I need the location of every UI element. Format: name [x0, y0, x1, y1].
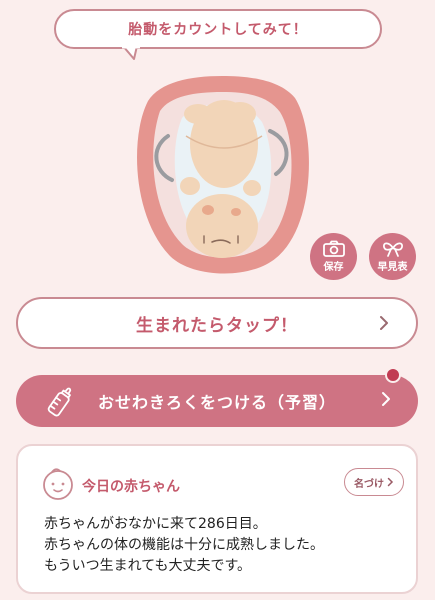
born-tap-button[interactable]: 生まれたらタップ！	[16, 297, 418, 349]
naming-button[interactable]: 名づけ	[344, 468, 404, 496]
card-line: 赤ちゃんの体の機能は十分に成熟しました。	[44, 537, 324, 553]
card-line: もういつ生まれても大丈夫です。	[44, 558, 252, 574]
chevron-right-icon	[380, 316, 388, 330]
fetus-illustration	[137, 76, 309, 274]
naming-button-label: 名づけ	[354, 478, 384, 490]
baby-face-icon	[43, 468, 73, 500]
notification-dot	[385, 367, 401, 383]
early-chart-button[interactable]: 早見表	[369, 233, 416, 280]
ribbon-icon	[382, 242, 403, 257]
card-message: 赤ちゃんがおなかに来て286日目。 赤ちゃんの体の機能は十分に成熟しました。 も…	[44, 514, 324, 577]
save-photo-button[interactable]: 保存	[310, 233, 357, 280]
card-title: 今日の赤ちゃん	[82, 479, 180, 495]
early-chart-label: 早見表	[377, 262, 408, 273]
bubble-tail-icon	[122, 46, 140, 60]
care-record-button[interactable]: おせわきろくをつける（予習）	[16, 375, 418, 427]
record-button-label: おせわきろくをつける（予習）	[97, 393, 336, 412]
fetal-movement-bubble[interactable]: 胎動をカウントしてみて！	[54, 9, 382, 49]
save-photo-label: 保存	[323, 262, 344, 273]
today-baby-card: 今日の赤ちゃん 名づけ 赤ちゃんがおなかに来て286日目。 赤ちゃんの体の機能は…	[16, 444, 418, 594]
card-line: 赤ちゃんがおなかに来て286日目。	[44, 516, 267, 532]
bubble-text: 胎動をカウントしてみて！	[128, 22, 308, 38]
baby-bottle-icon	[47, 387, 72, 417]
chevron-right-icon	[382, 392, 390, 406]
chevron-right-icon	[387, 477, 394, 487]
born-button-label: 生まれたらタップ！	[136, 315, 298, 336]
camera-icon	[322, 240, 345, 257]
